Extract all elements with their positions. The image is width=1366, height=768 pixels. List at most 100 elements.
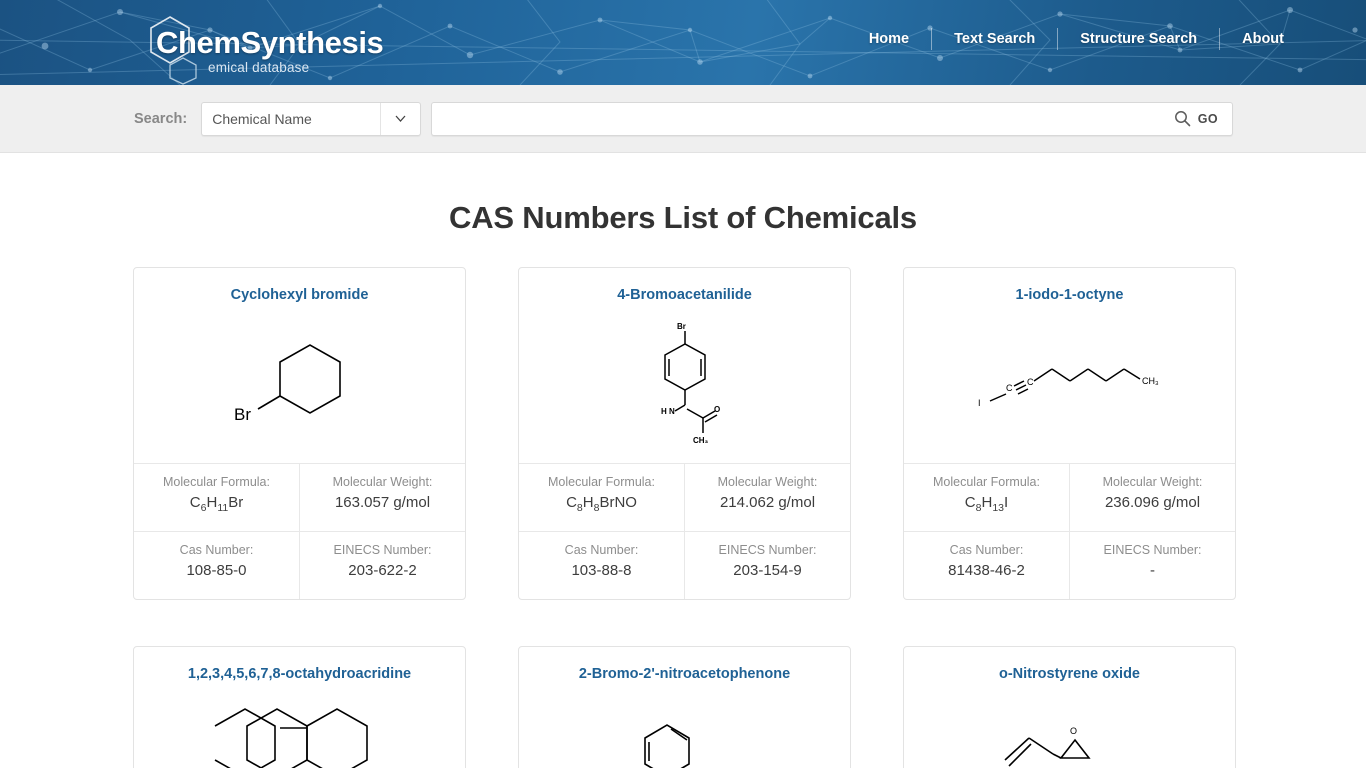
- svg-text:Br: Br: [234, 405, 251, 424]
- molecular-formula-cell: Molecular Formula: C8H13I: [904, 464, 1069, 531]
- logo-subtitle-text: emical database: [208, 60, 310, 75]
- cas-number-value: 103-88-8: [571, 562, 632, 580]
- einecs-number-value: 203-622-2: [348, 562, 417, 580]
- svg-text:O: O: [714, 405, 720, 414]
- einecs-number-label: EINECS Number:: [333, 543, 432, 558]
- chemical-name-link[interactable]: o-Nitrostyrene oxide: [904, 647, 1235, 683]
- molecular-formula-label: Molecular Formula:: [163, 475, 270, 490]
- nav-structure-search[interactable]: Structure Search: [1058, 26, 1219, 52]
- svg-text:C: C: [1027, 377, 1034, 387]
- structure-image: Br: [134, 304, 465, 465]
- search-go-button[interactable]: GO: [1174, 110, 1232, 127]
- molecular-formula-label: Molecular Formula:: [933, 475, 1040, 490]
- cas-number-label: Cas Number:: [564, 543, 639, 558]
- structure-image: [134, 684, 465, 768]
- search-type-value: Chemical Name: [212, 110, 312, 127]
- molecular-formula-value: C8H8BrNO: [566, 494, 637, 515]
- svg-text:H N: H N: [661, 407, 675, 416]
- search-icon: [1174, 111, 1191, 127]
- structure-2-bromo-2-nitroacetophenone: [643, 724, 690, 768]
- svg-text:CH₃: CH₃: [693, 436, 709, 445]
- molecular-weight-cell: Molecular Weight: 236.096 g/mol: [1069, 464, 1235, 532]
- search-type-arrow[interactable]: [380, 102, 420, 135]
- einecs-number-value: -: [1150, 562, 1155, 580]
- structure-4-bromoacetanilide: Br H N O CH₃: [661, 322, 720, 445]
- chemical-card[interactable]: 2-Bromo-2'-nitroacetophenone Molecular F…: [518, 646, 851, 768]
- molecular-weight-label: Molecular Weight:: [1102, 475, 1203, 490]
- structure-image: Br H N O CH₃: [519, 304, 850, 465]
- structure-cyclohexyl-bromide: Br: [234, 343, 341, 424]
- structure-octahydroacridine: [214, 708, 368, 768]
- svg-text:C: C: [1006, 383, 1013, 393]
- molecular-weight-cell: Molecular Weight: 163.057 g/mol: [299, 464, 465, 532]
- einecs-number-value: 203-154-9: [733, 562, 802, 580]
- structure-1-iodo-1-octyne: I C C CH₃: [978, 368, 1159, 408]
- page-title: CAS Numbers List of Chemicals: [449, 200, 917, 235]
- search-bar: Search: Chemical Name GO: [0, 85, 1366, 153]
- search-go-label: GO: [1197, 111, 1218, 126]
- molecular-formula-value: C8H13I: [964, 494, 1009, 515]
- einecs-number-cell: EINECS Number: 203-622-2: [299, 532, 465, 600]
- chemical-name-link[interactable]: Cyclohexyl bromide: [134, 268, 465, 304]
- molecular-weight-value: 236.096 g/mol: [1104, 494, 1201, 512]
- cas-number-value: 108-85-0: [186, 562, 247, 580]
- svg-text:I: I: [978, 398, 981, 408]
- info-row-numbers: Cas Number: 108-85-0 EINECS Number: 203-…: [134, 532, 465, 600]
- chemical-card[interactable]: 4-Bromoacetanilide Br H N O CH₃ Molecula…: [518, 267, 851, 601]
- chemical-name-link[interactable]: 2-Bromo-2'-nitroacetophenone: [519, 647, 850, 683]
- einecs-number-cell: EINECS Number: -: [1069, 532, 1235, 600]
- chemical-card[interactable]: Cyclohexyl bromide Br Molecular Formula:…: [133, 267, 466, 601]
- chemical-card[interactable]: 1-iodo-1-octyne I C C CH₃ Molecular Form…: [903, 267, 1236, 601]
- main-navigation[interactable]: Home Text Search Structure Search About: [847, 26, 1306, 52]
- molecular-weight-value: 214.062 g/mol: [719, 494, 816, 512]
- search-input[interactable]: [432, 103, 1174, 134]
- svg-text:O: O: [1070, 726, 1077, 736]
- nav-text-search[interactable]: Text Search: [932, 26, 1057, 52]
- cas-number-cell: Cas Number: 81438-46-2: [904, 532, 1069, 599]
- structure-image: [519, 684, 850, 768]
- molecular-weight-value: 163.057 g/mol: [334, 494, 431, 512]
- molecular-formula-label: Molecular Formula:: [548, 475, 655, 490]
- info-row-numbers: Cas Number: 103-88-8 EINECS Number: 203-…: [519, 532, 850, 600]
- logo-title: ChemSynthesis: [156, 25, 384, 61]
- search-input-wrapper[interactable]: GO: [431, 101, 1233, 136]
- structure-image: O: [904, 684, 1235, 768]
- structure-image: I C C CH₃: [904, 304, 1235, 465]
- structure-o-nitrostyrene-oxide: O: [1003, 726, 1091, 767]
- molecular-formula-cell: Molecular Formula: C8H8BrNO: [519, 464, 684, 531]
- nav-home[interactable]: Home: [847, 26, 931, 52]
- chemical-name-link[interactable]: 1,2,3,4,5,6,7,8-octahydroacridine: [134, 647, 465, 683]
- search-label: Search:: [134, 110, 188, 127]
- logo-subtitle: emical database: [180, 60, 309, 75]
- chevron-down-icon: [395, 115, 406, 122]
- molecular-weight-label: Molecular Weight:: [332, 475, 433, 490]
- cas-number-cell: Cas Number: 108-85-0: [134, 532, 299, 599]
- einecs-number-label: EINECS Number:: [1103, 543, 1202, 558]
- site-header: ChemSynthesis emical database Home Text …: [0, 0, 1366, 85]
- chemical-card[interactable]: 1,2,3,4,5,6,7,8-octahydroacridine Molecu…: [133, 646, 466, 768]
- molecular-weight-label: Molecular Weight:: [717, 475, 818, 490]
- cas-number-cell: Cas Number: 103-88-8: [519, 532, 684, 599]
- info-row-formula: Molecular Formula: C8H8BrNO Molecular We…: [519, 464, 850, 533]
- info-row-formula: Molecular Formula: C8H13I Molecular Weig…: [904, 464, 1235, 533]
- einecs-number-label: EINECS Number:: [718, 543, 817, 558]
- search-type-select[interactable]: Chemical Name: [201, 101, 422, 136]
- cas-number-value: 81438-46-2: [948, 562, 1025, 580]
- logo-title-text: ChemSynthesis: [156, 25, 384, 60]
- chemical-card-grid: Cyclohexyl bromide Br Molecular Formula:…: [133, 236, 1236, 768]
- site-logo[interactable]: ChemSynthesis emical database: [148, 13, 488, 85]
- cas-number-label: Cas Number:: [949, 543, 1024, 558]
- svg-text:CH₃: CH₃: [1142, 376, 1159, 386]
- molecular-formula-cell: Molecular Formula: C6H11Br: [134, 464, 299, 531]
- molecular-weight-cell: Molecular Weight: 214.062 g/mol: [684, 464, 850, 532]
- chemical-name-link[interactable]: 4-Bromoacetanilide: [519, 268, 850, 304]
- info-row-numbers: Cas Number: 81438-46-2 EINECS Number: -: [904, 532, 1235, 600]
- einecs-number-cell: EINECS Number: 203-154-9: [684, 532, 850, 600]
- molecular-formula-value: C6H11Br: [189, 494, 244, 515]
- cas-number-label: Cas Number:: [179, 543, 254, 558]
- svg-text:Br: Br: [677, 322, 686, 331]
- chemical-card[interactable]: o-Nitrostyrene oxide O Molecular Formula…: [903, 646, 1236, 768]
- chemical-name-link[interactable]: 1-iodo-1-octyne: [904, 268, 1235, 304]
- info-row-formula: Molecular Formula: C6H11Br Molecular Wei…: [134, 464, 465, 533]
- nav-about[interactable]: About: [1220, 26, 1306, 52]
